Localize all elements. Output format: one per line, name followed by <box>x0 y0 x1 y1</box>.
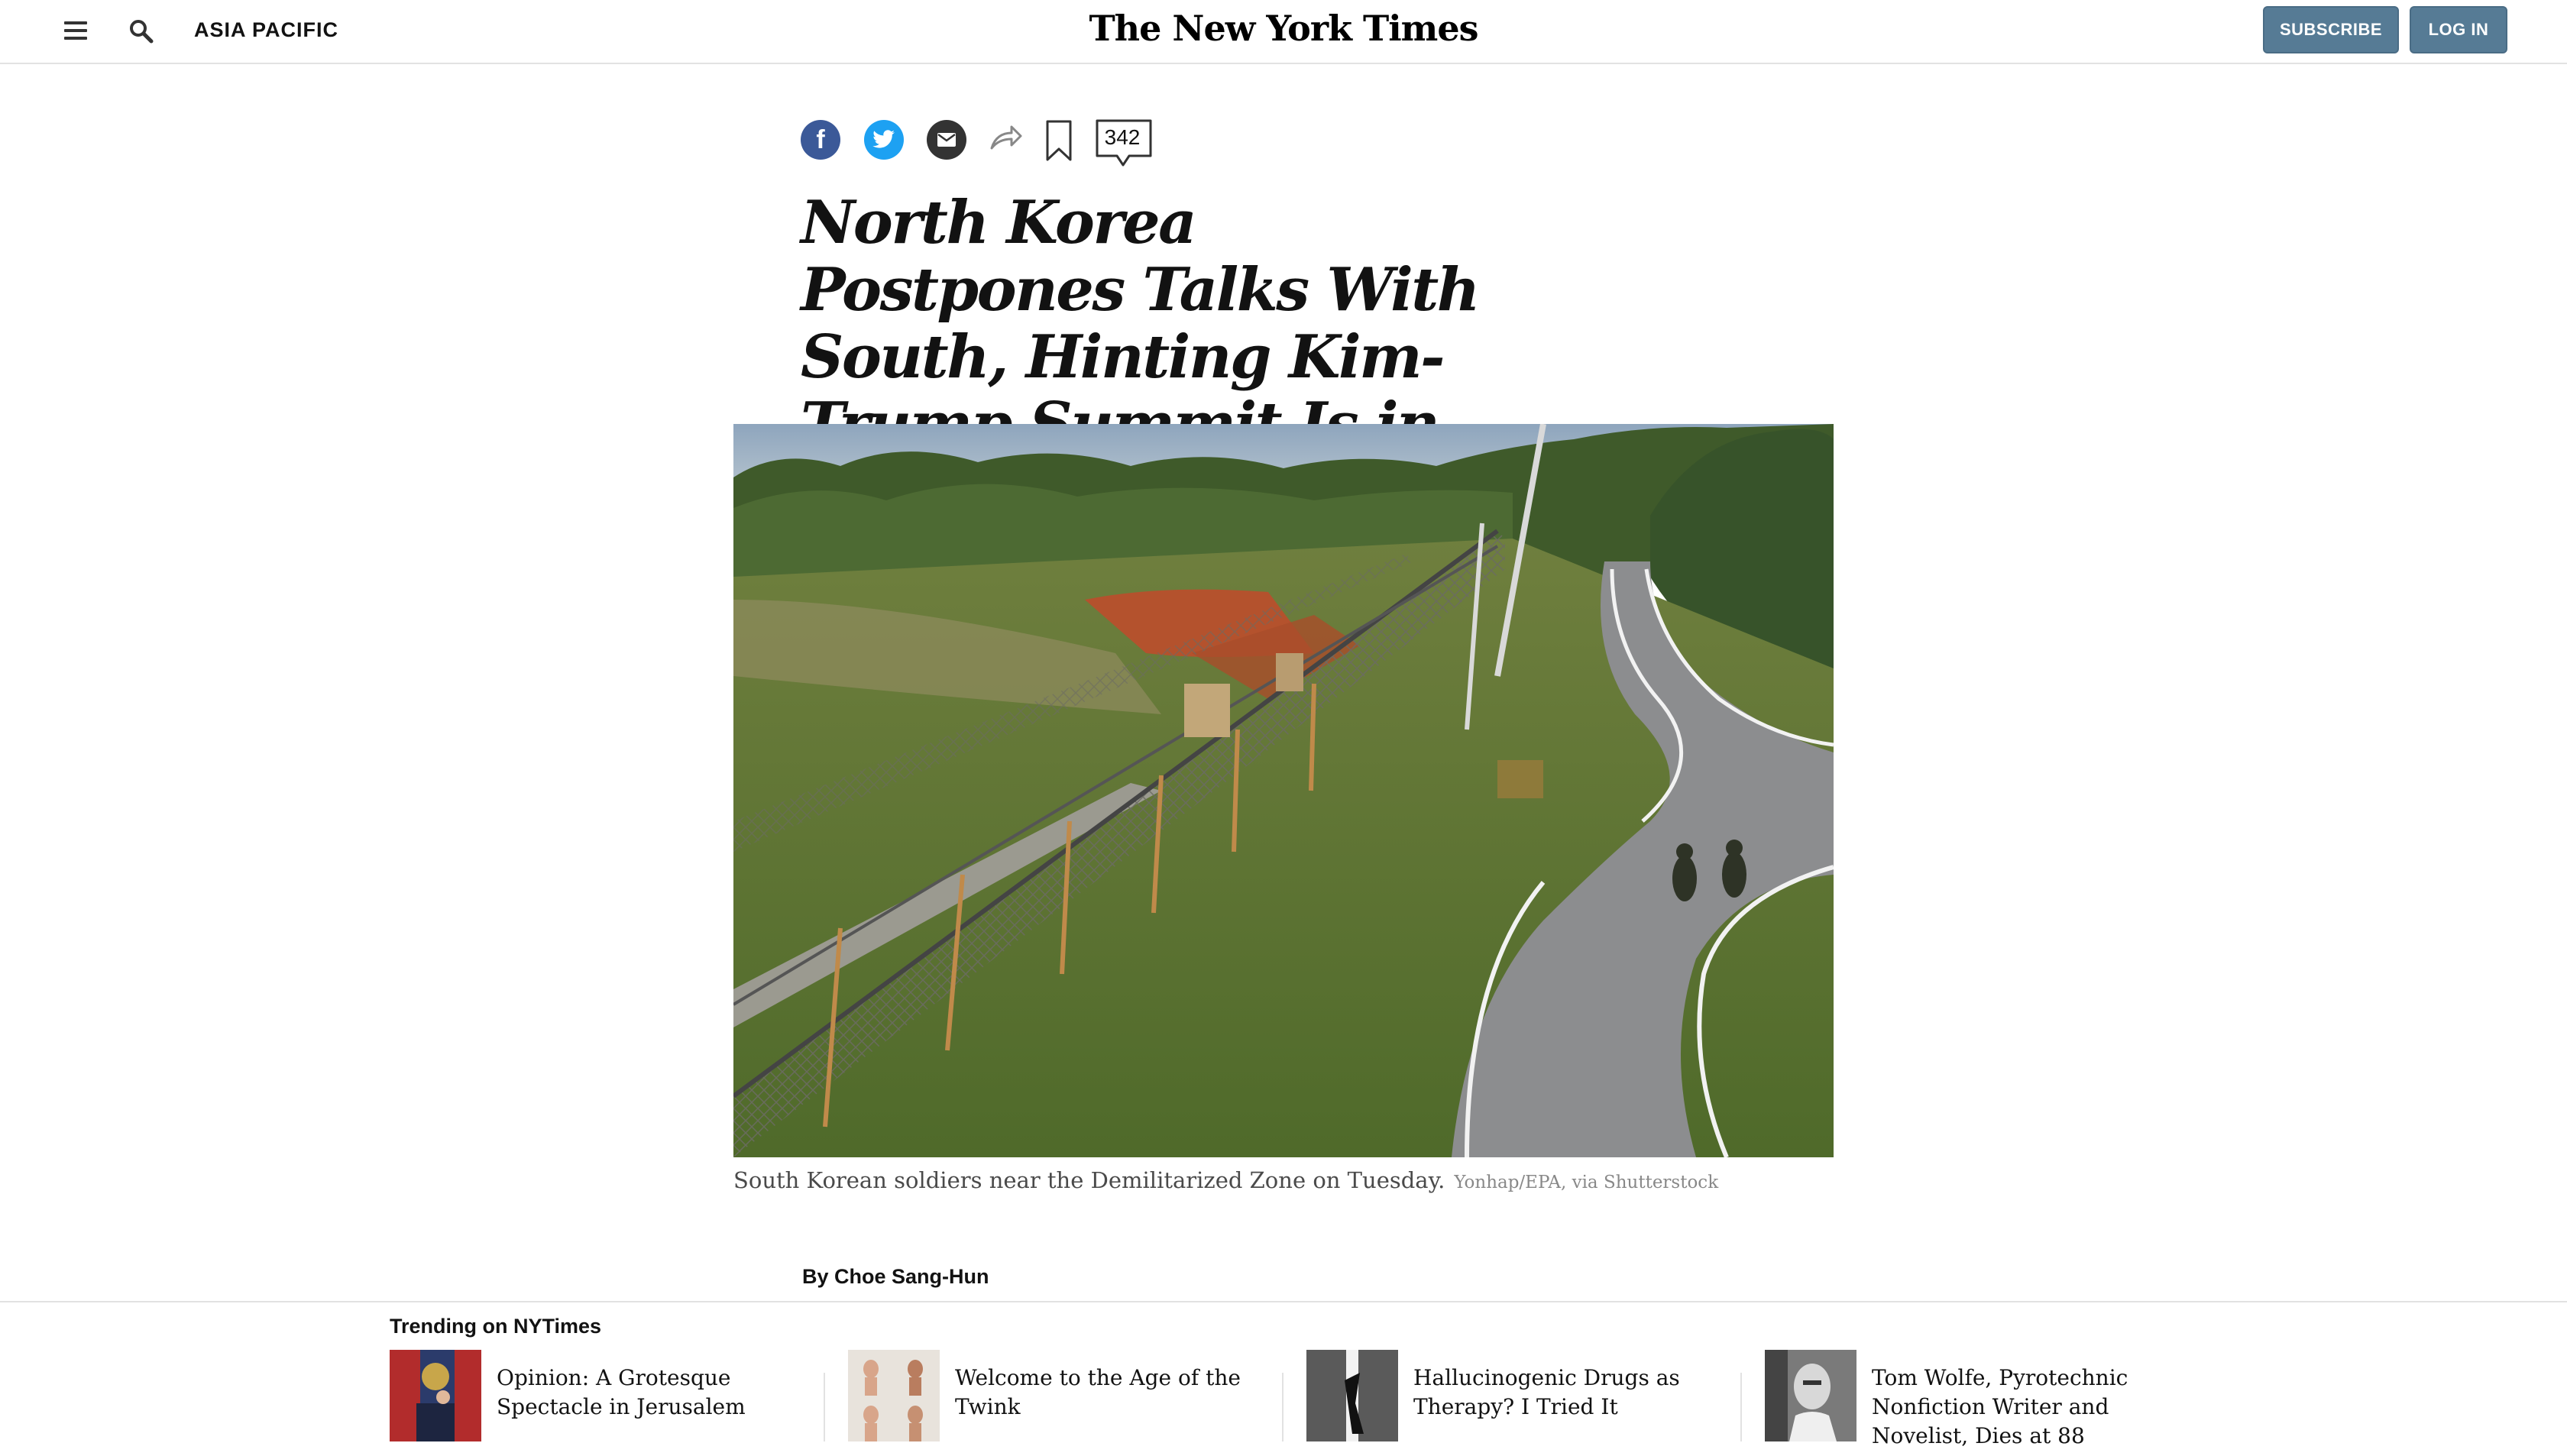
trending-headline: Welcome to the Age of the Twink <box>955 1365 1241 1419</box>
divider <box>1282 1373 1284 1441</box>
login-button[interactable]: LOG IN <box>2410 6 2507 53</box>
byline[interactable]: By Choe Sang-Hun <box>802 1265 989 1289</box>
twitter-icon[interactable] <box>864 120 904 160</box>
trending-item[interactable]: Hallucinogenic Drugs as Therapy? I Tried… <box>1306 1350 1734 1441</box>
bookmark-icon[interactable] <box>1044 119 1074 163</box>
trending-title: Trending on NYTimes <box>390 1315 602 1338</box>
divider <box>1740 1373 1742 1441</box>
trending-thumbnail <box>1765 1350 1856 1441</box>
trending-item[interactable]: Welcome to the Age of the Twink <box>848 1350 1276 1441</box>
divider <box>824 1373 825 1441</box>
trending-thumbnail <box>848 1350 940 1441</box>
masthead: ASIA PACIFIC The New York Times SUBSCRIB… <box>0 0 2567 64</box>
trending-item[interactable]: Tom Wolfe, Pyrotechnic Nonfiction Writer… <box>1765 1350 2193 1448</box>
search-icon[interactable] <box>128 18 154 44</box>
email-icon[interactable] <box>927 120 966 160</box>
trending-bar: Trending on NYTimes Opinion: A Grotesque… <box>0 1301 2567 1456</box>
trending-headline: Tom Wolfe, Pyrotechnic Nonfiction Writer… <box>1872 1365 2128 1448</box>
trending-thumbnail <box>390 1350 481 1441</box>
menu-icon[interactable] <box>64 21 87 40</box>
trending-headline: Hallucinogenic Drugs as Therapy? I Tried… <box>1413 1365 1680 1419</box>
article-photo <box>733 424 1834 1157</box>
nyt-logo[interactable]: The New York Times <box>1054 8 1513 49</box>
photo-credit: Yonhap/EPA, via Shutterstock <box>1454 1173 1719 1192</box>
subscribe-button[interactable]: SUBSCRIBE <box>2263 6 2399 53</box>
trending-headline: Opinion: A Grotesque Spectacle in Jerusa… <box>497 1365 746 1419</box>
trending-thumbnail <box>1306 1350 1398 1441</box>
section-name[interactable]: ASIA PACIFIC <box>194 18 338 42</box>
caption-text: South Korean soldiers near the Demilitar… <box>733 1167 1445 1193</box>
facebook-icon[interactable]: f <box>801 120 840 160</box>
share-icon[interactable] <box>989 122 1024 167</box>
comment-count: 342 <box>1104 125 1141 149</box>
comments-icon[interactable]: 342 <box>1094 118 1154 168</box>
photo-caption: South Korean soldiers near the Demilitar… <box>733 1167 1718 1193</box>
trending-item[interactable]: Opinion: A Grotesque Spectacle in Jerusa… <box>390 1350 817 1441</box>
